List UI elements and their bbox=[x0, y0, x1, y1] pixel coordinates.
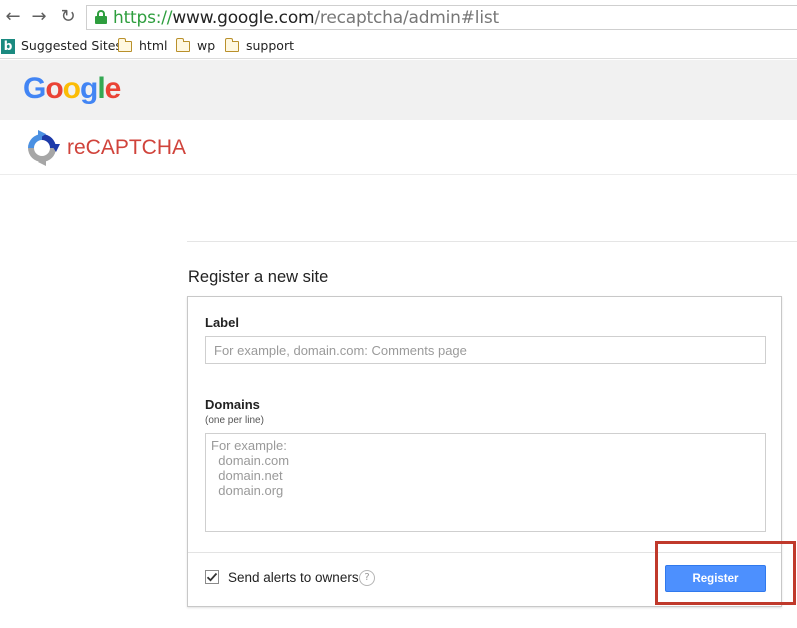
label-input[interactable] bbox=[205, 336, 766, 364]
register-form: Label Domains (one per line) Send alerts… bbox=[187, 296, 782, 607]
logo-letter: o bbox=[62, 72, 81, 105]
register-button[interactable]: Register bbox=[665, 565, 766, 592]
product-title: reCAPTCHA bbox=[67, 136, 187, 159]
section-title: Register a new site bbox=[188, 268, 329, 286]
bookmark-label: Suggested Sites bbox=[21, 38, 122, 53]
bookmark-label: support bbox=[246, 38, 294, 53]
domains-field-label: Domains bbox=[205, 397, 260, 412]
url-scheme: https:// bbox=[113, 8, 173, 28]
logo-letter: G bbox=[23, 72, 46, 105]
folder-icon bbox=[117, 38, 132, 52]
checkmark-icon bbox=[205, 570, 219, 584]
recaptcha-logo-icon bbox=[28, 130, 60, 166]
logo-letter: e bbox=[104, 72, 122, 105]
logo-letter: g bbox=[80, 72, 98, 105]
bookmark-html[interactable]: html bbox=[117, 37, 168, 55]
url-path: /recaptcha/admin#list bbox=[314, 8, 499, 28]
bing-icon: b bbox=[1, 39, 15, 54]
question-icon[interactable]: ? bbox=[359, 570, 375, 586]
bookmark-wp[interactable]: wp bbox=[175, 37, 216, 55]
label-field-label: Label bbox=[205, 315, 239, 330]
bookmarks-bar: b Suggested Sites html wp support bbox=[0, 34, 797, 59]
arrow-right-icon[interactable]: → bbox=[28, 6, 50, 28]
content-divider bbox=[187, 241, 797, 242]
url-text: https://www.google.com/recaptcha/admin#l… bbox=[113, 8, 499, 28]
logo-letter: l bbox=[97, 72, 105, 105]
browser-toolbar: ← → ↻ https://www.google.com/recaptcha/a… bbox=[0, 0, 797, 34]
bookmark-label: html bbox=[139, 38, 168, 53]
logo-letter: o bbox=[45, 72, 63, 105]
alerts-checkbox-label[interactable]: Send alerts to owners bbox=[228, 570, 359, 585]
url-host: www.google.com bbox=[172, 8, 315, 28]
folder-icon bbox=[224, 38, 239, 52]
bookmark-suggested-sites[interactable]: b Suggested Sites bbox=[1, 37, 122, 55]
card-divider bbox=[188, 552, 781, 553]
reload-icon[interactable]: ↻ bbox=[57, 6, 79, 28]
address-bar[interactable]: https://www.google.com/recaptcha/admin#l… bbox=[86, 5, 797, 30]
google-logo[interactable]: Google bbox=[23, 72, 122, 106]
arrow-left-icon[interactable]: ← bbox=[2, 6, 24, 28]
google-header: Google bbox=[0, 60, 797, 120]
domains-field-sublabel: (one per line) bbox=[205, 415, 264, 426]
bookmark-label: wp bbox=[197, 38, 216, 53]
recaptcha-header: reCAPTCHA bbox=[0, 120, 797, 175]
alerts-checkbox[interactable] bbox=[205, 570, 219, 584]
domains-textarea[interactable] bbox=[205, 433, 766, 532]
folder-icon bbox=[175, 38, 190, 52]
bookmark-support[interactable]: support bbox=[224, 37, 294, 55]
lock-icon bbox=[95, 10, 107, 24]
